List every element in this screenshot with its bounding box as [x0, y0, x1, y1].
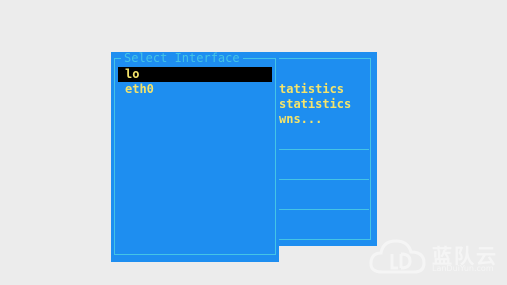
select-interface-dialog: Select Interface lo eth0: [111, 52, 279, 262]
terminal-screen: tatistics statistics wns... Select Inter…: [0, 0, 507, 285]
interface-list: lo eth0: [118, 67, 272, 97]
menu-separator: [279, 149, 369, 150]
menu-item-breakdowns[interactable]: wns...: [279, 112, 322, 126]
interface-item-eth0[interactable]: eth0: [118, 82, 272, 97]
dialog-title: Select Interface: [121, 52, 243, 65]
menu-separator: [279, 179, 369, 180]
menu-separator: [279, 209, 369, 210]
cloud-icon: [369, 239, 426, 274]
watermark-subtext: LanDuiYun.com: [432, 264, 494, 273]
watermark-logo: 蓝队云 LanDuiYun.com: [368, 232, 504, 280]
menu-item-detailed-statistics[interactable]: statistics: [279, 97, 351, 111]
menu-item-ip-statistics[interactable]: tatistics: [279, 82, 344, 96]
interface-item-lo[interactable]: lo: [118, 67, 272, 82]
